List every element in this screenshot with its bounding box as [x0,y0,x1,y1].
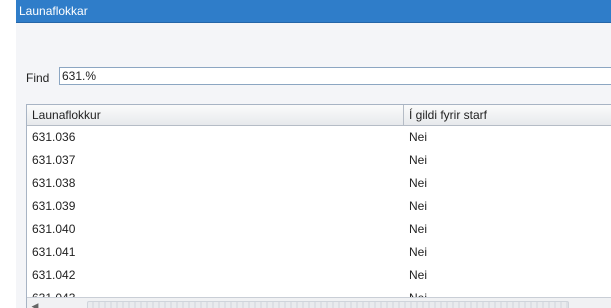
cell-i-gildi: Nei [409,199,428,213]
cell-launaflokkur: 631.039 [32,199,76,213]
cell-i-gildi: Nei [409,130,428,144]
launaflokkar-window: Launaflokkar Find Launaflokkur Í gildi f… [16,0,611,308]
cell-launaflokkur: 631.042 [32,268,76,282]
table-row[interactable]: 631.039 Nei [27,195,611,218]
table-row[interactable]: 631.041 Nei [27,241,611,264]
table-row[interactable]: 631.042 Nei [27,264,611,287]
scrollbar-thumb[interactable] [87,301,569,308]
cell-i-gildi: Nei [409,176,428,190]
find-label: Find [26,71,50,85]
window-title: Launaflokkar [19,4,88,18]
table-row[interactable]: 631.040 Nei [27,218,611,241]
horizontal-scrollbar[interactable]: ◀ [27,297,611,308]
cell-i-gildi: Nei [409,268,428,282]
title-bar[interactable]: Launaflokkar [16,0,611,23]
find-row: Find [16,66,611,88]
table-header: Launaflokkur Í gildi fyrir starf [27,105,611,126]
cell-launaflokkur: 631.041 [32,245,76,259]
cell-launaflokkur: 631.040 [32,222,76,236]
cell-i-gildi: Nei [409,153,428,167]
cell-launaflokkur: 631.037 [32,153,76,167]
cell-launaflokkur: 631.038 [32,176,76,190]
cell-launaflokkur: 631.036 [32,130,76,144]
find-input[interactable] [59,67,611,85]
table-row[interactable]: 631.036 Nei [27,126,611,149]
results-table: Launaflokkur Í gildi fyrir starf 631.036… [26,104,611,308]
table-row[interactable]: 631.037 Nei [27,149,611,172]
cell-i-gildi: Nei [409,245,428,259]
table-row[interactable]: 631.038 Nei [27,172,611,195]
column-header-i-gildi-fyrir-starf[interactable]: Í gildi fyrir starf [404,105,611,125]
column-header-launaflokkur[interactable]: Launaflokkur [27,105,404,125]
chevron-left-icon[interactable]: ◀ [29,300,41,308]
table-body: 631.036 Nei 631.037 Nei 631.038 Nei 631.… [27,126,611,308]
cell-i-gildi: Nei [409,222,428,236]
